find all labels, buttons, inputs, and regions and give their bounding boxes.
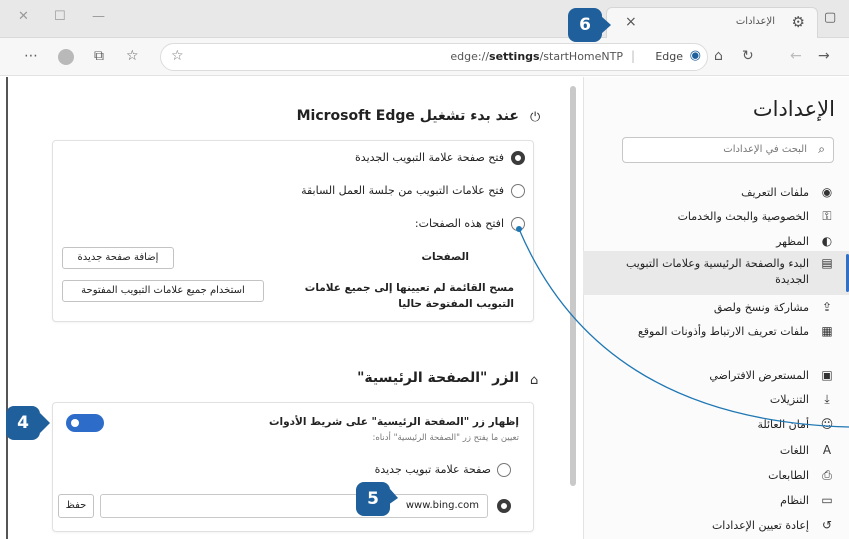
languages-icon: A	[822, 443, 832, 457]
settings-tab[interactable]: × الإعدادات ⚙	[606, 7, 818, 38]
more-options-icon[interactable]: ⋯	[24, 48, 38, 64]
scrollbar[interactable]	[570, 86, 576, 486]
add-favorite-icon[interactable]: ☆	[171, 48, 184, 64]
power-icon: ⏻	[530, 110, 541, 125]
search-placeholder: البحث في الإعدادات	[723, 144, 807, 155]
lock-icon: ⚿	[822, 209, 832, 223]
sidebar-item-label: البدء والصفحة الرئيسية وعلامات التبويب ا…	[626, 257, 809, 286]
left-edge-bar	[6, 77, 8, 539]
clear-list-text: مسح القائمة لم تعيينها إلى جميع علامات ا…	[304, 282, 514, 310]
refresh-icon[interactable]: ↻	[742, 48, 754, 64]
sidebar-item-label: المستعرض الافتراضي	[709, 369, 809, 382]
settings-sidebar: الإعدادات ⌕ البحث في الإعدادات ◉ ملفات ا…	[583, 77, 849, 539]
pages-label: الصفحات	[421, 251, 469, 263]
tab-close-icon[interactable]: ×	[625, 14, 637, 30]
tab-actions-icon[interactable]: ▢	[824, 10, 836, 25]
show-home-button-label: إظهار زر "الصفحة الرئيسية" على شريط الأد…	[268, 416, 519, 428]
sidebar-item-reset[interactable]: ↺ إعادة تعيين الإعدادات	[583, 517, 849, 537]
url-field[interactable]: ☆ edge://settings/startHomeNTP | Edge ◉	[160, 43, 708, 71]
sidebar-item-label: المظهر	[776, 235, 809, 248]
maximize-window-icon[interactable]: ☐	[54, 9, 66, 24]
family-icon: ☺	[820, 417, 834, 431]
sidebar-item-label: ملفات تعريف الارتباط وأذونات الموقع	[637, 325, 809, 338]
url-text: edge://settings/startHomeNTP	[450, 50, 623, 63]
sidebar-item-label: إعادة تعيين الإعدادات	[711, 519, 809, 532]
save-button[interactable]: حفظ	[58, 494, 94, 518]
sidebar-item-downloads[interactable]: ⤓ التنزيلات	[583, 391, 849, 411]
radio-previous-session[interactable]	[511, 184, 525, 198]
start-home-icon: ▤	[821, 256, 833, 270]
radio-open-pages[interactable]	[511, 217, 525, 231]
system-icon: ▭	[821, 493, 833, 507]
sidebar-item-start-home[interactable]: ▤ البدء والصفحة الرئيسية وعلامات التبويب…	[583, 251, 849, 295]
reset-icon: ↺	[821, 518, 833, 532]
sidebar-item-printers[interactable]: ⎙ الطابعات	[583, 467, 849, 487]
sidebar-item-share[interactable]: ⇪ مشاركة ونسخ ولصق	[583, 299, 849, 319]
search-icon: ⌕	[818, 142, 825, 156]
profile-icon: ◉	[821, 185, 833, 199]
callout-6: 6	[568, 8, 602, 42]
callout-four-pointer	[40, 413, 50, 433]
favorites-icon[interactable]: ☆	[126, 48, 139, 64]
option-new-tab-label: فتح صفحة علامة التبويب الجديدة	[355, 151, 504, 164]
callout-5: 5	[356, 482, 390, 516]
home-button-heading: الزر "الصفحة الرئيسية"	[357, 370, 519, 386]
sidebar-item-label: الطابعات	[768, 469, 809, 482]
tab-title: الإعدادات	[735, 16, 775, 27]
home-url-value: www.bing.com	[405, 500, 479, 511]
sidebar-item-appearance[interactable]: ◐ المظهر	[583, 233, 849, 253]
edge-logo-icon: ◉	[689, 48, 701, 63]
cookies-icon: ▦	[821, 324, 833, 338]
sidebar-item-label: الخصوصية والبحث والخدمات	[677, 210, 809, 223]
sidebar-item-label: أمان العائلة	[757, 418, 809, 431]
sidebar-item-label: النظام	[780, 494, 809, 507]
radio-home-new-tab[interactable]	[497, 463, 511, 477]
download-icon: ⤓	[824, 392, 830, 406]
startup-heading: عند بدء تشغيل Microsoft Edge	[296, 108, 519, 124]
sidebar-item-label: مشاركة ونسخ ولصق	[713, 301, 809, 314]
option-previous-session-label: فتح علامات التبويب من جلسة العمل السابقة	[301, 184, 504, 197]
home-url-input[interactable]: www.bing.com	[100, 494, 488, 518]
home-section-icon: ⌂	[530, 373, 539, 388]
address-bar: ⋯ ⧉ ☆ ☆ edge://settings/startHomeNTP | E…	[0, 38, 849, 76]
home-new-tab-label: صفحة علامة تبويب جديدة	[374, 463, 491, 476]
default-browser-icon: ▣	[821, 368, 833, 382]
use-open-tabs-button[interactable]: استخدام جميع علامات التبويب المفتوحة	[62, 280, 264, 302]
gear-icon: ⚙	[791, 13, 805, 31]
sidebar-item-label: ملفات التعريف	[741, 186, 809, 199]
settings-title: الإعدادات	[752, 97, 835, 121]
sidebar-item-privacy[interactable]: ⚿ الخصوصية والبحث والخدمات	[583, 208, 849, 228]
sidebar-item-languages[interactable]: A اللغات	[583, 442, 849, 462]
sidebar-item-default-browser[interactable]: ▣ المستعرض الافتراضي	[583, 367, 849, 387]
forward-icon[interactable]: ←	[790, 48, 802, 64]
collections-icon[interactable]: ⧉	[94, 48, 104, 64]
printer-icon: ⎙	[822, 468, 832, 482]
radio-new-tab[interactable]	[511, 151, 525, 165]
show-home-button-toggle[interactable]	[66, 414, 104, 432]
close-window-icon[interactable]: ✕	[18, 9, 29, 24]
url-separator: |	[630, 49, 635, 63]
sidebar-item-cookies[interactable]: ▦ ملفات تعريف الارتباط وأذونات الموقع	[583, 323, 849, 361]
add-new-page-button[interactable]: إضافة صفحة جديدة	[62, 247, 174, 269]
sidebar-item-label: التنزيلات	[769, 393, 809, 406]
home-icon[interactable]: ⌂	[714, 48, 723, 64]
title-bar: ✕ ☐ — × الإعدادات ⚙ ▢	[0, 0, 849, 38]
back-icon[interactable]: →	[818, 48, 830, 64]
home-button-description: تعيين ما يفتح زر "الصفحة الرئيسية" أدناه…	[372, 433, 519, 443]
callout-4: 4	[6, 406, 40, 440]
appearance-icon: ◐	[821, 234, 833, 248]
radio-home-url[interactable]	[497, 499, 511, 513]
minimize-window-icon[interactable]: —	[92, 9, 105, 24]
sidebar-item-family[interactable]: ☺ أمان العائلة	[583, 416, 849, 436]
settings-search-input[interactable]: ⌕ البحث في الإعدادات	[622, 137, 834, 163]
option-open-pages-label: افتح هذه الصفحات:	[414, 217, 504, 230]
sidebar-item-label: اللغات	[779, 444, 809, 457]
sidebar-item-profiles[interactable]: ◉ ملفات التعريف	[583, 184, 849, 204]
sidebar-item-system[interactable]: ▭ النظام	[583, 492, 849, 512]
share-icon: ⇪	[821, 300, 833, 314]
edge-label: Edge	[655, 50, 683, 63]
avatar[interactable]	[58, 49, 74, 65]
